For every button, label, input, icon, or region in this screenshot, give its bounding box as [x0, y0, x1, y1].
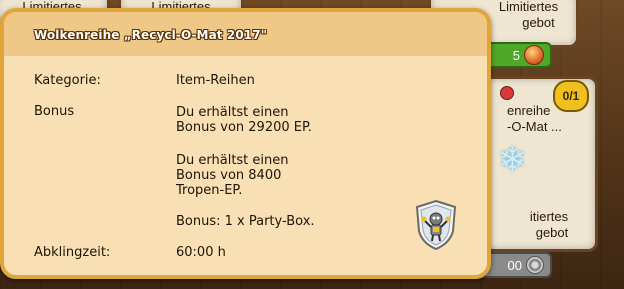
gear-icon — [526, 256, 544, 274]
bonus-line: Du erhältst einen — [176, 153, 289, 168]
price-value: 5 — [512, 47, 520, 63]
pin-icon — [500, 86, 514, 100]
cooldown-value: 60:00 h — [176, 245, 226, 260]
price-value: 00 — [507, 257, 522, 273]
bonus-line: Tropen-EP. — [176, 183, 243, 198]
snowflake-icon: ❄ — [498, 140, 527, 180]
bonus-line: Bonus von 29200 EP. — [176, 120, 312, 135]
counter-badge: 0/1 — [553, 80, 589, 112]
shield-robot-icon — [415, 199, 457, 251]
bonus-line: Bonus von 8400 — [176, 168, 282, 183]
tooltip-title: Wolkenreihe „Recycl-O-Mat 2017" — [34, 28, 268, 42]
bonus-line: Bonus: 1 x Party-Box. — [176, 214, 315, 229]
item-tooltip: Wolkenreihe „Recycl-O-Mat 2017" Kategori… — [0, 8, 491, 279]
coin-icon — [524, 45, 544, 65]
bonus-line: Du erhältst einen — [176, 105, 289, 120]
bonus-label: Bonus — [34, 104, 75, 119]
cooldown-label: Abklingzeit: — [34, 245, 111, 260]
category-label: Kategorie: — [34, 73, 101, 88]
category-value: Item-Reihen — [176, 73, 255, 88]
